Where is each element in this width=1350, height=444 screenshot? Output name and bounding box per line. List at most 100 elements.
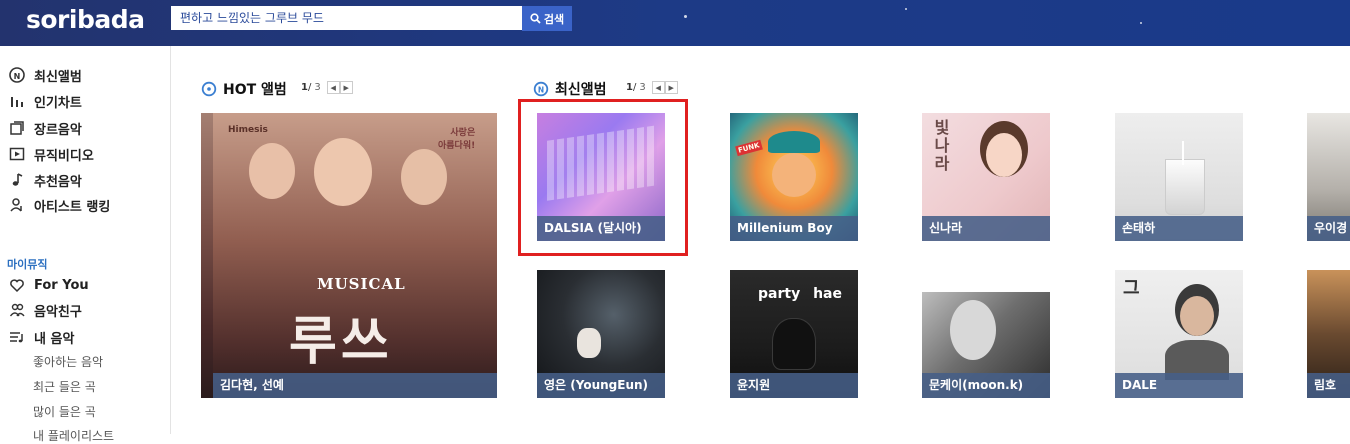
- friends-icon: [7, 300, 27, 320]
- cover-hooded-figure: [772, 318, 816, 370]
- cover-big-title-text: 루쓰: [289, 311, 393, 372]
- sidebar-sub-my-playlist[interactable]: 내 플레이리스트: [33, 427, 114, 444]
- cover-straw: [1182, 141, 1184, 165]
- latest-pager: 1/ 3 ◀ ▶: [626, 81, 678, 94]
- my-music-heading: 마이뮤직: [7, 258, 48, 271]
- section-title-label: HOT 앨범: [223, 82, 287, 98]
- album-card[interactable]: 림호: [1307, 270, 1350, 398]
- cover-title-text: 그: [1123, 278, 1140, 299]
- cover-title-text: party hae: [758, 286, 842, 302]
- soribada-logo[interactable]: soribada: [26, 5, 145, 34]
- svg-text:N: N: [538, 85, 544, 94]
- cover-logo-text: Himesis: [228, 125, 268, 135]
- pager-total: 3: [639, 82, 646, 93]
- album-card[interactable]: 우이경: [1307, 113, 1350, 241]
- pager-total: 3: [314, 82, 321, 93]
- sidebar-item-label: 추천음악: [34, 174, 82, 190]
- album-card[interactable]: 그 DALE: [1115, 270, 1243, 398]
- latest-album-title: N 최신앨범: [533, 79, 607, 99]
- section-title-label: 최신앨범: [555, 82, 607, 98]
- sidebar-item-artist-ranking[interactable]: 아티스트 랭킹: [7, 194, 110, 216]
- genre-icon: [7, 118, 27, 138]
- album-caption: 림호: [1307, 373, 1350, 398]
- star-decoration: [684, 15, 687, 18]
- sidebar-item-label: 뮤직비디오: [34, 148, 94, 164]
- album-card[interactable]: party hae 윤지원: [730, 270, 858, 398]
- album-caption: 영은 (YoungEun): [537, 373, 665, 398]
- album-caption: 문케이(moon.k): [922, 373, 1050, 398]
- sidebar-item-label: 음악친구: [34, 304, 82, 320]
- cover-hat: [768, 131, 820, 153]
- album-card[interactable]: 영은 (YoungEun): [537, 270, 665, 398]
- sidebar-sub-recent[interactable]: 최근 들은 곡: [33, 378, 96, 395]
- cover-figure: [577, 328, 601, 358]
- album-caption: Millenium Boy: [730, 216, 858, 241]
- cover-cup: [1165, 159, 1205, 215]
- top-bar: soribada 편하고 느낌있는 그루브 무드 검색: [0, 0, 1350, 46]
- prev-page-button[interactable]: ◀: [651, 81, 665, 94]
- cover-figure: [401, 149, 447, 205]
- sidebar-item-label: 아티스트 랭킹: [34, 199, 111, 215]
- pager-slash: /: [632, 82, 637, 93]
- cover-tagline-text: 사랑은 아름다워!: [438, 128, 476, 151]
- album-caption: DALE: [1115, 373, 1243, 398]
- sidebar-item-for-you[interactable]: For You: [7, 274, 89, 296]
- hot-pager: 1/ 3 ◀ ▶: [301, 81, 353, 94]
- svg-text:N: N: [14, 72, 21, 81]
- search-input[interactable]: 편하고 느낌있는 그루브 무드: [171, 6, 522, 30]
- album-card[interactable]: 빛나라 신나라: [922, 113, 1050, 241]
- album-caption: 김다현, 선예: [213, 373, 497, 398]
- sidebar-sub-liked[interactable]: 좋아하는 음악: [33, 353, 103, 370]
- cover-figure: [314, 138, 372, 206]
- cover-face: [986, 133, 1022, 177]
- pager-current: 1: [626, 82, 633, 93]
- cover-title-text: 빛나라: [931, 119, 950, 173]
- album-caption: 손태하: [1115, 216, 1243, 241]
- album-caption: 신나라: [922, 216, 1050, 241]
- pager-slash: /: [307, 82, 312, 93]
- cover-title-text: MUSICAL: [317, 275, 406, 293]
- star-decoration: [1140, 22, 1142, 24]
- sidebar-item-genre[interactable]: 장르음악: [7, 117, 82, 139]
- album-caption: 우이경: [1307, 216, 1350, 241]
- selection-highlight: [518, 99, 688, 256]
- music-note-icon: [7, 170, 27, 190]
- video-icon: [7, 144, 27, 164]
- next-page-button[interactable]: ▶: [664, 81, 678, 94]
- sidebar-item-music-video[interactable]: 뮤직비디오: [7, 143, 94, 165]
- album-card[interactable]: FUNK Millenium Boy: [730, 113, 858, 241]
- sidebar-item-chart[interactable]: 인기차트: [7, 90, 82, 112]
- new-album-icon: N: [533, 81, 549, 97]
- sidebar-item-label: For You: [34, 277, 89, 293]
- hot-album-icon: [201, 81, 217, 97]
- sidebar-item-label: 장르음악: [34, 122, 82, 138]
- album-card[interactable]: 손태하: [1115, 113, 1243, 241]
- sidebar-item-recommended[interactable]: 추천음악: [7, 169, 82, 191]
- search-button-label: 검색: [543, 12, 565, 26]
- sidebar-item-label: 인기차트: [34, 95, 82, 111]
- new-album-icon: N: [7, 65, 27, 85]
- hot-album-title: HOT 앨범: [201, 79, 287, 99]
- sidebar-item-label: 최신앨범: [34, 69, 82, 85]
- sidebar-item-my-music[interactable]: 내 음악: [7, 326, 74, 348]
- chart-icon: [7, 91, 27, 111]
- artist-ranking-icon: [7, 195, 27, 215]
- prev-page-button[interactable]: ◀: [326, 81, 340, 94]
- album-caption: 윤지원: [730, 373, 858, 398]
- sidebar-item-music-friends[interactable]: 음악친구: [7, 299, 82, 321]
- cover-face: [1180, 296, 1214, 336]
- sidebar-item-latest-album[interactable]: N 최신앨범: [7, 64, 82, 86]
- star-decoration: [905, 8, 907, 10]
- heart-icon: [7, 275, 27, 295]
- search-button[interactable]: 검색: [522, 6, 572, 31]
- playlist-icon: [7, 327, 27, 347]
- hot-album-card[interactable]: Himesis 사랑은 아름다워! MUSICAL 루쓰 김다현, 선예: [201, 113, 497, 398]
- cover-figure: [249, 143, 295, 199]
- search-icon: [530, 13, 541, 24]
- album-card[interactable]: 문케이(moon.k): [922, 270, 1050, 398]
- next-page-button[interactable]: ▶: [339, 81, 353, 94]
- sidebar-item-label: 내 음악: [34, 331, 75, 347]
- sidebar-sub-most-played[interactable]: 많이 들은 곡: [33, 403, 96, 420]
- sidebar: N 최신앨범 인기차트 장르음악 뮤직비디오 추천음악 아티스트 랭킹 마이뮤직: [0, 46, 171, 443]
- pager-current: 1: [301, 82, 308, 93]
